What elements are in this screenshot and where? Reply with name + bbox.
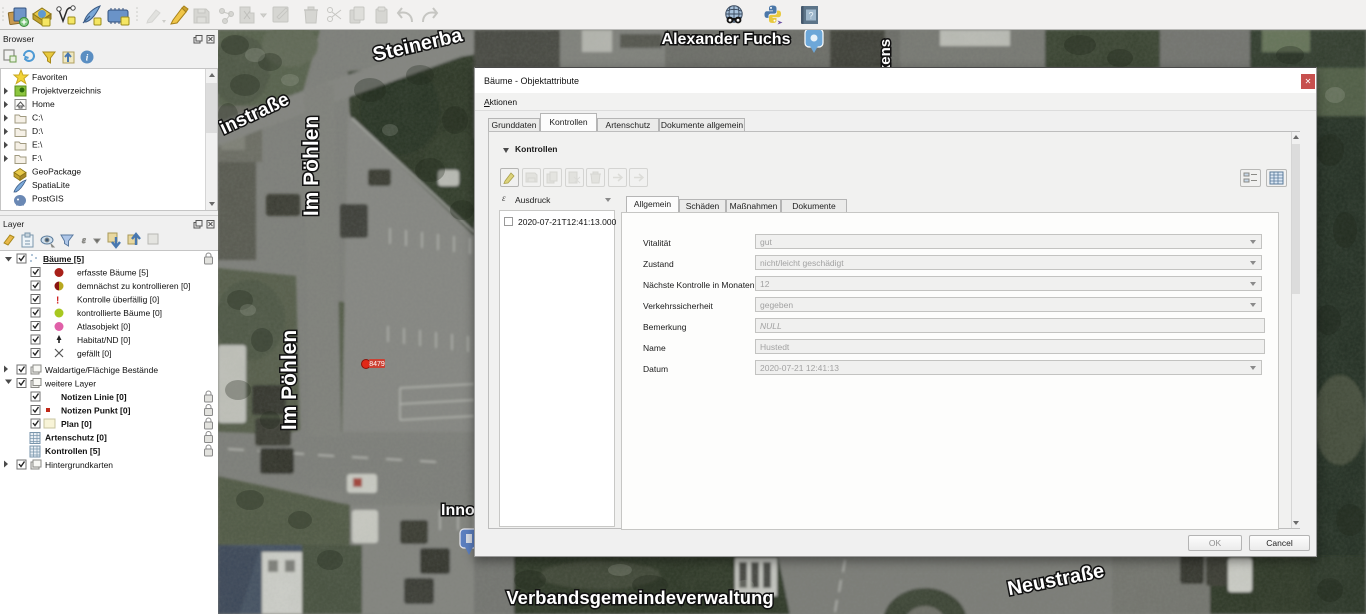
svg-text:Home: Home bbox=[32, 99, 55, 109]
svg-text:SpatiaLite: SpatiaLite bbox=[32, 180, 70, 190]
svg-text:F:\: F:\ bbox=[32, 153, 43, 163]
svg-text:weitere Layer: weitere Layer bbox=[44, 379, 96, 389]
svg-text:Hintergrundkarten: Hintergrundkarten bbox=[45, 460, 113, 470]
svg-text:Alexander Fuchs: Alexander Fuchs bbox=[662, 31, 791, 48]
svg-text:ε: ε bbox=[82, 235, 86, 245]
svg-text:Kontrolle überfällig [0]: Kontrolle überfällig [0] bbox=[77, 295, 159, 305]
svg-text:Habitat/ND [0]: Habitat/ND [0] bbox=[77, 335, 130, 345]
svg-text:Verbandsgemeindeverwaltung: Verbandsgemeindeverwaltung bbox=[506, 587, 773, 608]
svg-text:Plan [0]: Plan [0] bbox=[61, 419, 92, 429]
svg-text:PostGIS: PostGIS bbox=[32, 194, 64, 204]
svg-text:?: ? bbox=[808, 11, 813, 21]
svg-text:erfasste Bäume [5]: erfasste Bäume [5] bbox=[77, 268, 148, 278]
svg-text:gefällt [0]: gefällt [0] bbox=[77, 349, 112, 359]
svg-text:Atlasobjekt [0]: Atlasobjekt [0] bbox=[77, 322, 130, 332]
svg-text:Im Pöhlen: Im Pöhlen bbox=[278, 330, 301, 430]
svg-text:8479: 8479 bbox=[369, 361, 385, 368]
svg-text:demnächst zu kontrollieren [0]: demnächst zu kontrollieren [0] bbox=[77, 281, 190, 291]
svg-text:Notizen Linie [0]: Notizen Linie [0] bbox=[61, 392, 127, 402]
svg-text:Waldartige/Flächige Bestände: Waldartige/Flächige Bestände bbox=[45, 365, 158, 375]
svg-text:!: ! bbox=[56, 296, 59, 307]
svg-text:kontrollierte Bäume [0]: kontrollierte Bäume [0] bbox=[77, 308, 162, 318]
svg-text:Artenschutz [0]: Artenschutz [0] bbox=[45, 433, 107, 443]
svg-text:Kontrollen [5]: Kontrollen [5] bbox=[45, 446, 100, 456]
svg-text:Inno: Inno bbox=[441, 502, 475, 519]
svg-text:C:\: C:\ bbox=[32, 113, 44, 123]
svg-text:Projektverzeichnis: Projektverzeichnis bbox=[32, 86, 101, 96]
svg-text:Notizen Punkt [0]: Notizen Punkt [0] bbox=[61, 406, 131, 416]
svg-text:E:\: E:\ bbox=[32, 140, 43, 150]
svg-text:Favoriten: Favoriten bbox=[32, 72, 68, 82]
svg-text:Im Pöhlen: Im Pöhlen bbox=[300, 116, 323, 216]
svg-text:GeoPackage: GeoPackage bbox=[32, 167, 81, 177]
svg-text:D:\: D:\ bbox=[32, 126, 44, 136]
svg-text:Bäume [5]: Bäume [5] bbox=[43, 254, 84, 264]
